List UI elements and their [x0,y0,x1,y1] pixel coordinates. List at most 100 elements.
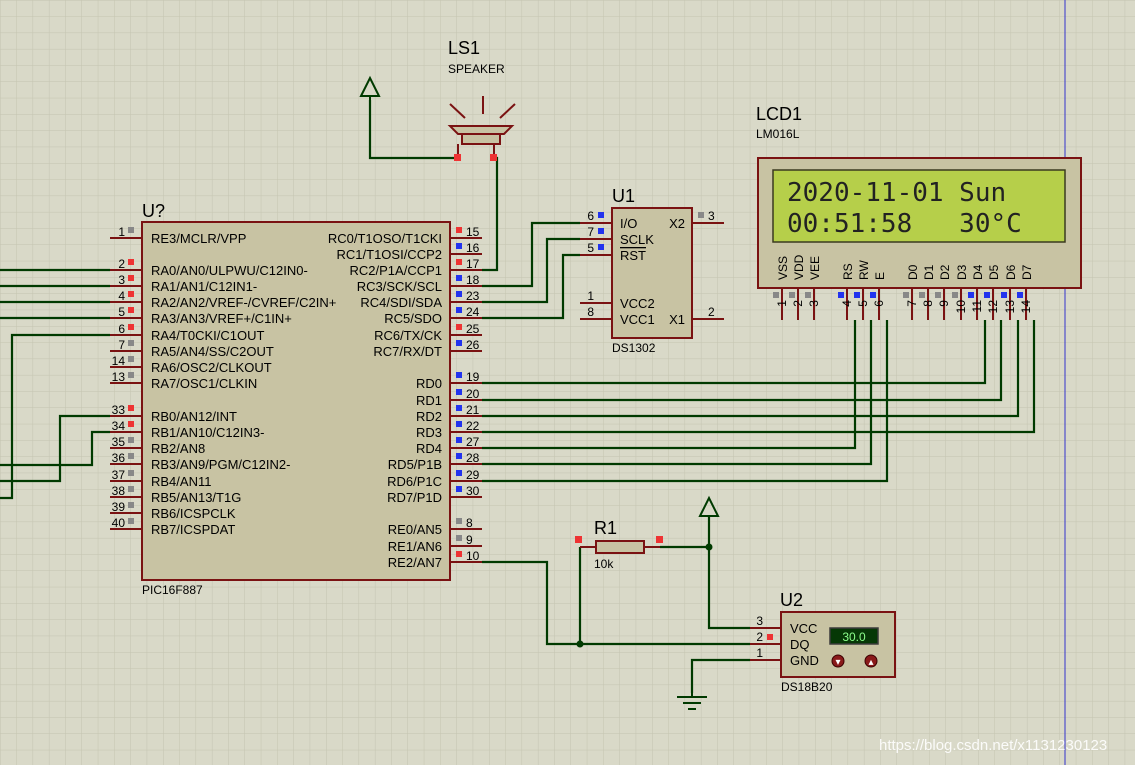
pin-number: 13 [112,370,126,384]
pin-marker-icon [128,502,134,508]
pin-number: 24 [466,305,480,319]
resistor-ref: R1 [594,518,617,538]
lcd-line-1: 2020-11-01 Sun [787,178,1006,208]
pin-name: RB6/ICSPCLK [151,506,236,521]
pin-marker-icon [919,292,925,298]
arrow-up-icon: ▴ [868,657,873,668]
pin-name: RE1/AN6 [388,539,442,554]
pin-number: 39 [112,500,126,514]
pin-number: 2 [791,300,805,307]
pin-number: 35 [112,435,126,449]
pin-number: 5 [587,241,594,255]
pin-name: RA0/AN0/ULPWU/C12IN0- [151,263,308,278]
junction-dot-icon [576,640,584,648]
pin-number: 2 [708,305,715,319]
mcu-pic16f887[interactable]: U? PIC16F887 1 RE3/MCLR/VPP 2 RA0/AN0/ULPWU… [110,201,482,597]
pin-name: RC0/T1OSO/T1CKI [328,231,442,246]
pin-name: D5 [987,264,1001,280]
sensor-part: DS18B20 [781,680,833,694]
pin-marker-icon [935,292,941,298]
pin-marker-icon [128,470,134,476]
pin-number: 1 [775,300,789,307]
pin-number: 20 [466,387,480,401]
pin-marker-icon [456,518,462,524]
pin-marker-icon [128,324,134,330]
pin-name: DQ [790,637,810,652]
pin-name: RB0/AN12/INT [151,409,237,424]
pin-number: 11 [970,300,984,313]
pin-number: 1 [587,289,594,303]
pin-number: 38 [112,484,126,498]
pin-marker-icon [456,340,462,346]
pin-name: RD7/P1D [387,490,442,505]
pin-name: D1 [922,264,936,280]
pin-marker-icon [128,486,134,492]
pin-name: RA2/AN2/VREF-/CVREF/C2IN+ [151,295,336,310]
pin-marker-icon [838,292,844,298]
pin-marker-icon [128,421,134,427]
pin-name: RB1/AN10/C12IN3- [151,425,264,440]
pin-number: 5 [856,300,870,307]
pin-name: RA6/OSC2/CLKOUT [151,360,272,375]
pin-name: RA4/T0CKI/C1OUT [151,328,264,343]
pin-marker-icon [128,307,134,313]
pin-name: SCLK [620,232,654,247]
pin-marker-icon [456,551,462,557]
pin-name: RC5/SDO [384,311,442,326]
pin-name: GND [790,653,819,668]
pin-name: RA7/OSC1/CLKIN [151,376,257,391]
pin-name: VCC2 [620,296,655,311]
pin-name: RB5/AN13/T1G [151,490,241,505]
speaker-part: SPEAKER [448,62,505,76]
pin-marker-icon [773,292,779,298]
pin-number: 17 [466,257,480,271]
pin-marker-icon [456,227,462,233]
pin-name: VDD [792,254,806,280]
pin-name: RW [857,260,871,280]
pin-name: I/O [620,216,637,231]
pin-name: RC7/RX/DT [373,344,442,359]
pin-number: 18 [466,273,480,287]
pin-name: RD0 [416,376,442,391]
pin-marker-icon [128,518,134,524]
pin-marker-icon [456,470,462,476]
pin-number: 10 [954,300,968,314]
pin-marker-icon [456,324,462,330]
pin-name: RE0/AN5 [388,522,442,537]
pin-number: 2 [118,257,125,271]
pin-number: 36 [112,451,126,465]
pin-number: 30 [466,484,480,498]
pin-marker-icon [598,244,604,250]
pin-name: RB7/ICSPDAT [151,522,235,537]
pin-name: RC3/SCK/SCL [357,279,442,294]
pin-marker-icon [128,453,134,459]
pin-name: D3 [955,264,969,280]
pin-name: RC4/SDI/SDA [360,295,442,310]
pin-number: 21 [466,403,480,417]
pin-marker-icon [968,292,974,298]
resistor-body[interactable] [595,540,645,554]
watermark: https://blog.csdn.net/x1131230123 [879,737,1107,754]
pin-name: VCC [790,621,817,636]
rtc-part: DS1302 [612,341,656,355]
pin-marker-icon [456,437,462,443]
pin-number: 3 [118,273,125,287]
schematic-canvas: U? PIC16F887 1 RE3/MCLR/VPP 2 RA0/AN0/ULPWU… [0,0,1135,765]
pin-number: 37 [112,468,126,482]
pin-number: 2 [756,630,763,644]
pin-number: 34 [112,419,126,433]
lcd-part: LM016L [756,127,800,141]
pin-number: 6 [872,300,886,307]
pin-name: RC6/TX/CK [374,328,442,343]
pin-name: RD6/P1C [387,474,442,489]
pin-marker-icon [128,437,134,443]
pin-number: 29 [466,468,480,482]
mcu-ref: U? [142,201,165,221]
pin-number: 8 [921,300,935,307]
pin-name: VEE [808,256,822,280]
pin-name: D4 [971,264,985,280]
pin-marker-icon [1017,292,1023,298]
pin-marker-icon [128,227,134,233]
pin-name: D6 [1004,264,1018,280]
pin-marker-icon [805,292,811,298]
